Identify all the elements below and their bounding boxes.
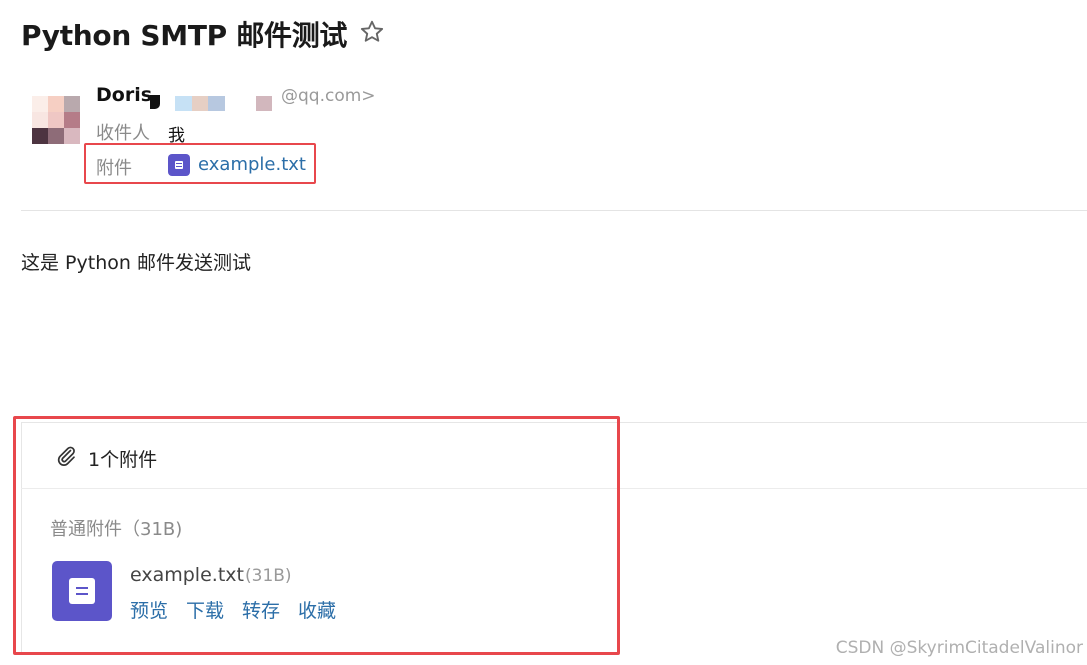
redaction-block	[175, 96, 192, 111]
redaction-block	[191, 96, 209, 111]
header-divider	[21, 210, 1087, 211]
avatar-pixel	[48, 112, 64, 128]
file-icon	[168, 154, 190, 176]
sender-email: @qq.com>	[281, 86, 376, 106]
email-body: 这是 Python 邮件发送测试	[21, 252, 251, 274]
avatar-pixel	[32, 112, 48, 128]
attachments-panel-highlight	[13, 416, 620, 655]
avatar-pixel	[64, 128, 80, 144]
avatar-pixel	[48, 96, 64, 112]
redaction-mark	[150, 95, 160, 109]
redaction-block	[208, 96, 226, 111]
recipient-label: 收件人	[96, 123, 150, 144]
avatar-pixel	[64, 112, 80, 128]
avatar-pixel	[32, 96, 48, 112]
avatar-pixel	[64, 96, 80, 112]
avatar-pixel	[48, 128, 64, 144]
watermark: CSDN @SkyrimCitadelValinor	[835, 638, 1083, 658]
redacted-email	[175, 96, 226, 111]
avatar-pixel	[32, 128, 48, 144]
attachment-file-link[interactable]: example.txt	[198, 154, 306, 175]
sender-avatar[interactable]	[32, 96, 80, 144]
attachment-label: 附件	[96, 158, 132, 179]
sender-name[interactable]: Doris	[96, 84, 152, 106]
star-icon[interactable]	[358, 18, 386, 46]
email-subject: Python SMTP 邮件测试	[21, 19, 348, 52]
redacted-email-part	[256, 96, 272, 111]
